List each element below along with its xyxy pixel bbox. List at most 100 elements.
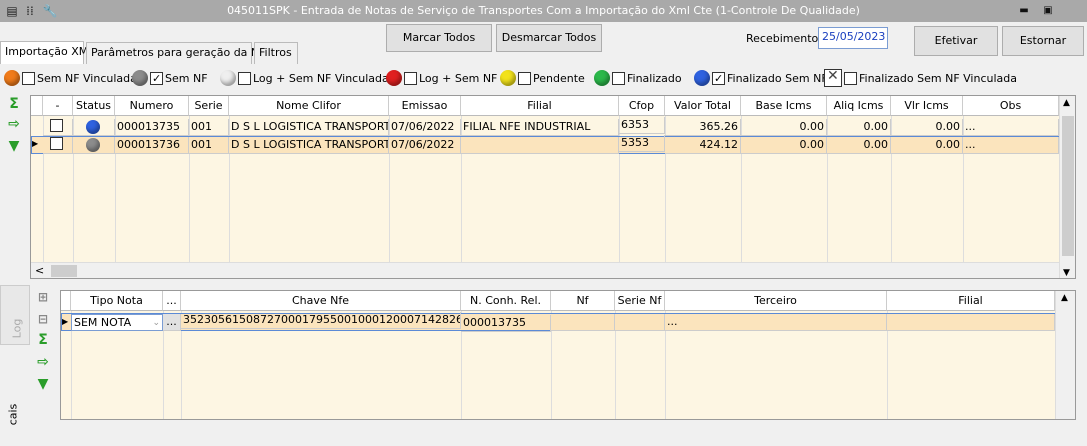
desmarcar-todos-button[interactable]: Desmarcar Todos bbox=[496, 24, 602, 52]
grid-col-header[interactable]: Vlr Icms bbox=[891, 96, 963, 116]
legend-finalizado[interactable]: Finalizado bbox=[594, 68, 682, 88]
grid-col-header[interactable]: Numero bbox=[115, 96, 189, 116]
tab-filtros[interactable]: Filtros bbox=[254, 42, 298, 64]
cell-filial[interactable] bbox=[461, 137, 619, 154]
cell-base[interactable]: 0.00 bbox=[741, 137, 827, 154]
chevron-down-icon[interactable]: ⌄ bbox=[152, 315, 160, 330]
cell-obs[interactable]: ... bbox=[963, 137, 1059, 154]
marcar-todos-button[interactable]: Marcar Todos bbox=[386, 24, 492, 52]
grid2-col-header[interactable]: Filial bbox=[887, 291, 1055, 311]
checkbox[interactable] bbox=[712, 71, 725, 85]
cell-numero[interactable]: 000013736 bbox=[115, 137, 189, 154]
cell-terceiro[interactable]: ... bbox=[665, 314, 887, 331]
sum-icon[interactable]: Σ bbox=[34, 332, 52, 348]
log-label: Log bbox=[10, 318, 24, 339]
filter-down-icon[interactable]: ▼ bbox=[5, 138, 23, 154]
cell-base[interactable]: 0.00 bbox=[741, 119, 827, 136]
grid-col-header[interactable]: Serie bbox=[189, 96, 229, 116]
grid-col-header[interactable]: Filial bbox=[461, 96, 619, 116]
ellipsis-button[interactable]: ... bbox=[163, 314, 181, 331]
grid2-col-header[interactable]: Tipo Nota bbox=[71, 291, 163, 311]
row-checkbox[interactable] bbox=[50, 119, 63, 132]
cell-aliq[interactable]: 0.00 bbox=[827, 119, 891, 136]
cell-obs[interactable]: ... bbox=[963, 119, 1059, 136]
tipo-nota-select[interactable]: SEM NOTA ⌄ bbox=[71, 314, 163, 331]
grid-col-header[interactable]: Aliq Icms bbox=[827, 96, 891, 116]
checkbox[interactable] bbox=[612, 71, 625, 85]
checkbox[interactable] bbox=[150, 71, 163, 85]
cell-cfop[interactable]: 5353 bbox=[619, 135, 665, 152]
cell-serie-nf[interactable] bbox=[615, 314, 665, 331]
cell-aliq[interactable]: 0.00 bbox=[827, 137, 891, 154]
add-row-icon[interactable]: ⊞ bbox=[34, 290, 52, 304]
tab-importacao-xml[interactable]: Importação XML bbox=[0, 41, 94, 64]
grid-col-header[interactable]: Obs bbox=[963, 96, 1059, 116]
grid-col-header[interactable]: Cfop bbox=[619, 96, 665, 116]
grid-col-header[interactable]: Base Icms bbox=[741, 96, 827, 116]
checkbox[interactable] bbox=[238, 71, 251, 85]
export-icon[interactable]: ⇨ bbox=[34, 354, 52, 370]
cell-serie[interactable]: 001 bbox=[189, 119, 229, 136]
cell-nome[interactable]: D S L LOGISTICA TRANSPORT bbox=[229, 119, 389, 136]
checkbox[interactable] bbox=[518, 71, 531, 85]
estornar-button[interactable]: Estornar bbox=[1002, 26, 1084, 56]
horizontal-scrollbar[interactable]: < bbox=[31, 262, 1059, 278]
blue-status-ball-icon bbox=[85, 120, 100, 134]
legend-finalizado-sem-nf[interactable]: Finalizado Sem NF bbox=[694, 68, 828, 88]
remove-row-icon[interactable]: ⊟ bbox=[34, 312, 52, 326]
cell-conh-rel[interactable]: 000013735 bbox=[461, 315, 551, 332]
legend-finalizado-sem-nf-vinculada[interactable]: Finalizado Sem NF Vinculada bbox=[824, 68, 1017, 88]
green-ball-icon bbox=[594, 70, 610, 86]
cell-vlr[interactable]: 0.00 bbox=[891, 137, 963, 154]
efetivar-button[interactable]: Efetivar bbox=[914, 26, 998, 56]
cell-cfop[interactable]: 6353 bbox=[619, 117, 665, 134]
cell-filial[interactable] bbox=[887, 314, 1055, 331]
grid-col-header[interactable]: Valor Total bbox=[665, 96, 741, 116]
grid2-col-header[interactable]: Nf bbox=[551, 291, 615, 311]
cell-nf[interactable] bbox=[551, 314, 615, 331]
grid2-col-header[interactable]: Chave Nfe bbox=[181, 291, 461, 311]
legend-sem-nf[interactable]: Sem NF bbox=[132, 68, 208, 88]
hscroll-thumb[interactable] bbox=[51, 265, 77, 277]
grid-col-header[interactable]: Status bbox=[73, 96, 115, 116]
cell-chave-nfe[interactable]: 3523056150872700017955001000120007142826… bbox=[181, 312, 461, 329]
export-icon[interactable]: ⇨ bbox=[5, 116, 23, 132]
checkbox[interactable] bbox=[404, 71, 417, 85]
log-side-tab[interactable]: Log bbox=[0, 285, 30, 345]
minimize-icon[interactable]: ▬ bbox=[1016, 4, 1032, 17]
legend-sem-nf-vinculada[interactable]: Sem NF Vinculada bbox=[4, 68, 137, 88]
grid-col-header[interactable]: Emissao bbox=[389, 96, 461, 116]
scroll-thumb[interactable] bbox=[1062, 116, 1074, 256]
title-bar: ▤ ⁞⁞ 🔧 045011SPK - Entrada de Notas de S… bbox=[0, 0, 1087, 22]
grid2-col-header[interactable]: N. Conh. Rel. bbox=[461, 291, 551, 311]
blue-ball-icon bbox=[694, 70, 710, 86]
vertical-scrollbar[interactable]: ▲ bbox=[1055, 291, 1075, 419]
cell-serie[interactable]: 001 bbox=[189, 137, 229, 154]
legend-log-sem-nf[interactable]: Log + Sem NF bbox=[386, 68, 497, 88]
checkbox[interactable] bbox=[844, 71, 857, 85]
recebimento-date-input[interactable]: 25/05/2023 bbox=[818, 27, 888, 49]
tab-parametros[interactable]: Parâmetros para geração da NF bbox=[86, 42, 265, 64]
grid2-col-header[interactable]: ... bbox=[163, 291, 181, 311]
filter-down-icon[interactable]: ▼ bbox=[34, 376, 52, 392]
grid2-col-header[interactable]: Serie Nf bbox=[615, 291, 665, 311]
grid-col-header[interactable]: - bbox=[43, 96, 73, 116]
checkbox[interactable] bbox=[22, 71, 35, 85]
cell-valor[interactable]: 424.12 bbox=[665, 137, 741, 154]
vertical-scrollbar[interactable]: ▲ ▼ bbox=[1059, 96, 1075, 278]
cell-valor[interactable]: 365.26 bbox=[665, 119, 741, 136]
legend-pendente[interactable]: Pendente bbox=[500, 68, 585, 88]
cell-emissao[interactable]: 07/06/2022 bbox=[389, 137, 461, 154]
cell-vlr[interactable]: 0.00 bbox=[891, 119, 963, 136]
grid2-col-header[interactable]: Terceiro bbox=[665, 291, 887, 311]
cell-filial[interactable]: FILIAL NFE INDUSTRIAL bbox=[461, 119, 619, 136]
status-legend: Sem NF Vinculada Sem NF Log + Sem NF Vin… bbox=[4, 68, 1084, 88]
sum-icon[interactable]: Σ bbox=[5, 96, 23, 112]
row-checkbox[interactable] bbox=[50, 137, 63, 150]
maximize-icon[interactable]: ▣ bbox=[1040, 4, 1056, 17]
cell-emissao[interactable]: 07/06/2022 bbox=[389, 119, 461, 136]
cell-numero[interactable]: 000013735 bbox=[115, 119, 189, 136]
legend-log-sem-nf-vinculada[interactable]: Log + Sem NF Vinculada bbox=[220, 68, 389, 88]
cell-nome[interactable]: D S L LOGISTICA TRANSPORT bbox=[229, 137, 389, 154]
grid-col-header[interactable]: Nome Clifor bbox=[229, 96, 389, 116]
